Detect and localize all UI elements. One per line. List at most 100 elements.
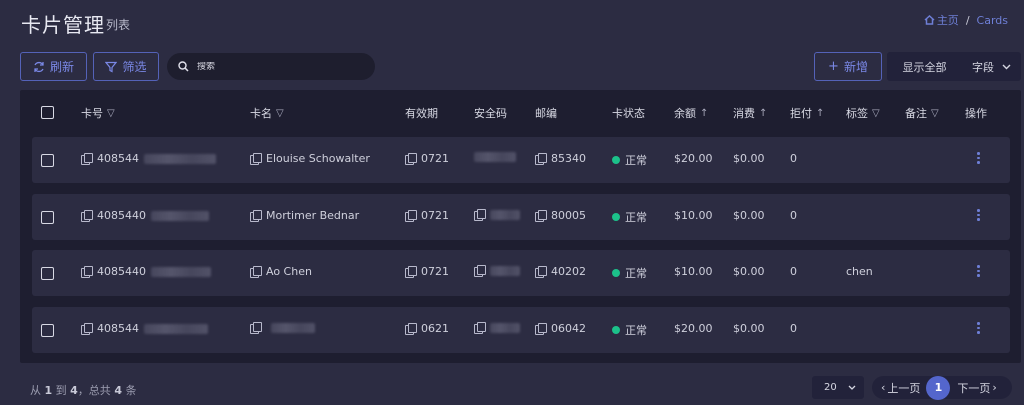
filter-icon[interactable]: ▽	[872, 108, 880, 119]
copy-icon[interactable]	[405, 323, 417, 335]
table-row[interactable]: 4085440 Mortimer Bednar 0721 80005 正常 $1…	[32, 194, 1010, 240]
filter-icon[interactable]: ▽	[276, 108, 284, 119]
page-title: 卡片管理	[21, 13, 105, 37]
zip: 80005	[551, 209, 586, 222]
balance: $10.00	[674, 209, 713, 222]
spend: $0.00	[733, 322, 765, 335]
current-page[interactable]: 1	[926, 375, 951, 400]
status: 正常	[625, 154, 647, 167]
zip-cell: 85340	[535, 152, 586, 165]
card-number: 408544	[97, 322, 139, 335]
copy-icon[interactable]	[81, 153, 93, 165]
row-checkbox[interactable]	[41, 324, 54, 337]
cvv-cell	[474, 322, 520, 334]
plus-icon: +	[828, 59, 839, 74]
summary-prefix: 从	[30, 384, 41, 397]
column-card-name[interactable]: 卡名 ▽	[250, 105, 284, 121]
cards-table: 卡号 ▽ 卡名 ▽ 有效期 安全码 邮编 卡状态 余额 ↑ 消费 ↑ 拒付 ↑ 标签 ▽ 备…	[20, 90, 1021, 363]
home-icon	[924, 15, 935, 25]
tags: chen	[846, 265, 873, 278]
column-declined[interactable]: 拒付 ↑	[790, 105, 824, 121]
table-row[interactable]: 408544 Elouise Schowalter 0721 85340 正常 …	[32, 137, 1010, 183]
table-row[interactable]: 4085440 Ao Chen 0721 40202 正常 $10.00 $0.…	[32, 250, 1010, 296]
status: 正常	[625, 267, 647, 280]
card-name-cell: Mortimer Bednar	[250, 209, 359, 222]
masked-text	[151, 210, 209, 221]
declined: 0	[790, 209, 797, 222]
copy-icon[interactable]	[474, 322, 486, 334]
copy-icon[interactable]	[405, 266, 417, 278]
summary-from: 1	[44, 384, 53, 397]
summary-to: 4	[70, 384, 78, 397]
expiry: 0621	[421, 322, 449, 335]
column-status: 卡状态	[612, 107, 645, 120]
copy-icon[interactable]	[535, 323, 547, 335]
copy-icon[interactable]	[474, 265, 486, 277]
spend: $0.00	[733, 209, 765, 222]
kebab-icon[interactable]	[977, 265, 981, 277]
copy-icon[interactable]	[405, 210, 417, 222]
breadcrumb-current[interactable]: Cards	[977, 14, 1008, 27]
declined: 0	[790, 152, 797, 165]
pagination: ‹ 上一页 1 下一页 ›	[872, 375, 1012, 400]
cvv-cell	[474, 209, 520, 221]
filter-icon[interactable]: ▽	[107, 108, 115, 119]
breadcrumb-home[interactable]: 主页	[924, 12, 959, 28]
status-cell: 正常	[612, 322, 647, 338]
filter-icon[interactable]: ▽	[931, 108, 939, 119]
search-box[interactable]	[167, 53, 375, 80]
copy-icon[interactable]	[250, 210, 262, 222]
page-size-select[interactable]: 20	[812, 376, 864, 399]
copy-icon[interactable]	[250, 266, 262, 278]
copy-icon[interactable]	[81, 323, 93, 335]
filter-button[interactable]: 筛选	[93, 52, 159, 81]
next-page-button[interactable]: 下一页 ›	[957, 380, 996, 396]
column-card-no-label: 卡号	[81, 107, 103, 120]
column-balance[interactable]: 余额 ↑	[674, 105, 708, 121]
show-all-button[interactable]: 显示全部	[887, 52, 962, 81]
column-declined-label: 拒付	[790, 107, 812, 120]
copy-icon[interactable]	[474, 209, 486, 221]
status-cell: 正常	[612, 265, 647, 281]
column-spend[interactable]: 消费 ↑	[733, 105, 767, 121]
copy-icon[interactable]	[250, 153, 262, 165]
fields-dropdown[interactable]: 字段	[962, 52, 1021, 81]
spend: $0.00	[733, 265, 765, 278]
column-card-no[interactable]: 卡号 ▽	[81, 105, 115, 121]
table-row[interactable]: 408544 0621 06042 正常 $20.00 $0.00 0	[32, 307, 1010, 353]
chevron-down-icon	[1002, 64, 1011, 69]
refresh-button[interactable]: 刷新	[20, 52, 87, 81]
kebab-icon[interactable]	[977, 152, 981, 164]
search-input[interactable]	[197, 61, 347, 72]
card-name-cell: Elouise Schowalter	[250, 152, 370, 165]
row-checkbox[interactable]	[41, 154, 54, 167]
column-tags-label: 标签	[846, 107, 868, 120]
copy-icon[interactable]	[81, 266, 93, 278]
copy-icon[interactable]	[535, 153, 547, 165]
copy-icon[interactable]	[405, 153, 417, 165]
copy-icon[interactable]	[535, 210, 547, 222]
row-checkbox[interactable]	[41, 211, 54, 224]
copy-icon[interactable]	[535, 266, 547, 278]
column-notes-label: 备注	[905, 107, 927, 120]
row-checkbox[interactable]	[41, 267, 54, 280]
masked-text	[474, 152, 516, 162]
select-all-checkbox[interactable]	[41, 106, 54, 119]
add-button[interactable]: + 新增	[814, 52, 882, 81]
breadcrumb-home-label: 主页	[936, 14, 959, 27]
cvv-cell	[474, 152, 516, 162]
column-notes[interactable]: 备注 ▽	[905, 105, 939, 121]
copy-icon[interactable]	[81, 210, 93, 222]
prev-page-button[interactable]: ‹ 上一页	[881, 380, 920, 396]
masked-text	[490, 209, 520, 220]
card-name: Elouise Schowalter	[266, 152, 370, 165]
search-icon	[178, 61, 189, 72]
masked-text	[144, 153, 216, 164]
kebab-icon[interactable]	[977, 322, 981, 334]
zip: 85340	[551, 152, 586, 165]
fields-label: 字段	[972, 60, 994, 74]
declined: 0	[790, 322, 797, 335]
column-tags[interactable]: 标签 ▽	[846, 105, 880, 121]
copy-icon[interactable]	[250, 322, 262, 334]
kebab-icon[interactable]	[977, 209, 981, 221]
